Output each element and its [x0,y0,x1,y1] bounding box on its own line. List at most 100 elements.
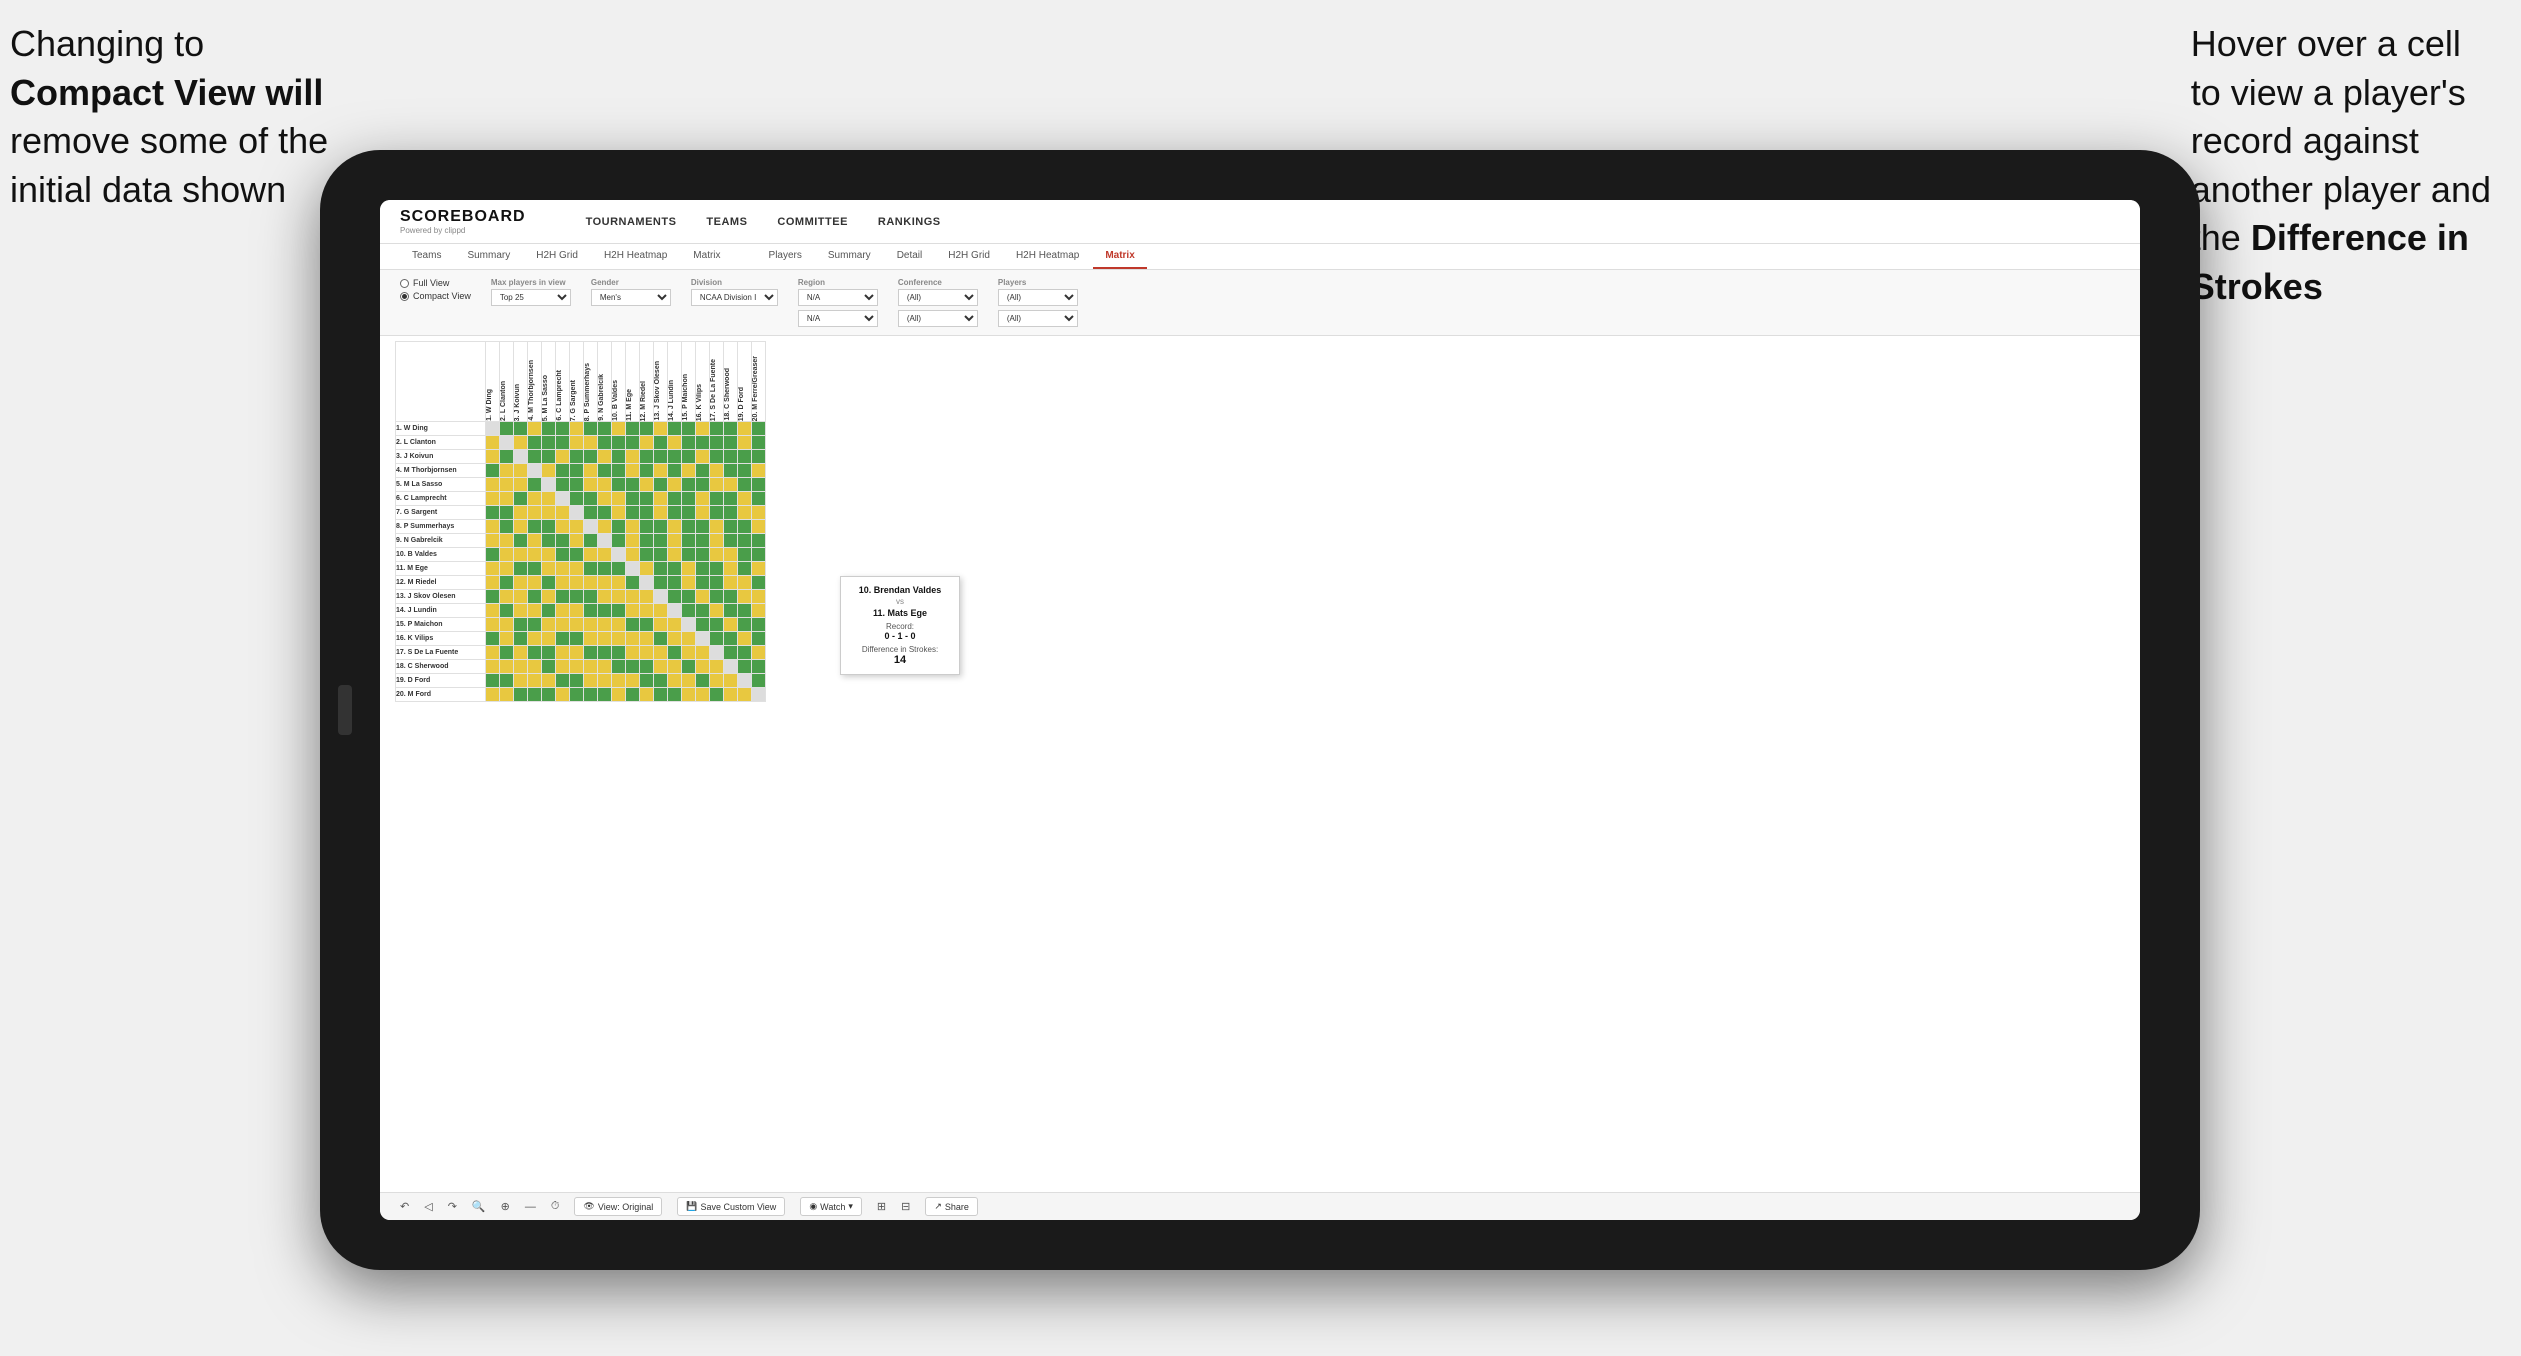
cell-3-11[interactable] [626,450,640,464]
cell-8-9[interactable] [598,520,612,534]
cell-7-8[interactable] [584,506,598,520]
cell-13-14[interactable] [668,590,682,604]
save-custom-btn[interactable]: 💾 Save Custom View [677,1197,785,1216]
cell-11-6[interactable] [556,562,570,576]
cell-20-11[interactable] [626,688,640,702]
cell-17-8[interactable] [584,646,598,660]
cell-15-6[interactable] [556,618,570,632]
cell-15-3[interactable] [514,618,528,632]
cell-1-6[interactable] [556,422,570,436]
cell-13-10[interactable] [612,590,626,604]
cell-12-18[interactable] [724,576,738,590]
cell-6-19[interactable] [738,492,752,506]
cell-14-16[interactable] [696,604,710,618]
cell-2-2[interactable] [500,436,514,450]
cell-16-2[interactable] [500,632,514,646]
cell-15-19[interactable] [738,618,752,632]
cell-5-5[interactable] [542,478,556,492]
cell-19-9[interactable] [598,674,612,688]
cell-16-3[interactable] [514,632,528,646]
cell-7-16[interactable] [696,506,710,520]
cell-3-5[interactable] [542,450,556,464]
cell-10-9[interactable] [598,548,612,562]
cell-10-12[interactable] [640,548,654,562]
cell-11-2[interactable] [500,562,514,576]
cell-18-15[interactable] [682,660,696,674]
cell-11-1[interactable] [486,562,500,576]
tab-h2h-grid1[interactable]: H2H Grid [524,244,590,269]
cell-10-11[interactable] [626,548,640,562]
cell-2-13[interactable] [654,436,668,450]
cell-10-7[interactable] [570,548,584,562]
cell-14-6[interactable] [556,604,570,618]
cell-18-8[interactable] [584,660,598,674]
cell-9-4[interactable] [528,534,542,548]
gender-select[interactable]: Men's [591,289,671,306]
cell-11-3[interactable] [514,562,528,576]
cell-18-4[interactable] [528,660,542,674]
cell-2-20[interactable] [752,436,766,450]
cell-19-18[interactable] [724,674,738,688]
cell-1-16[interactable] [696,422,710,436]
cell-3-15[interactable] [682,450,696,464]
share-btn[interactable]: ↗ Share [925,1197,978,1216]
cell-14-1[interactable] [486,604,500,618]
cell-18-11[interactable] [626,660,640,674]
cell-17-2[interactable] [500,646,514,660]
cell-16-8[interactable] [584,632,598,646]
cell-20-1[interactable] [486,688,500,702]
cell-16-18[interactable] [724,632,738,646]
cell-10-3[interactable] [514,548,528,562]
cell-2-8[interactable] [584,436,598,450]
cell-14-19[interactable] [738,604,752,618]
cell-8-6[interactable] [556,520,570,534]
cell-17-16[interactable] [696,646,710,660]
cell-13-1[interactable] [486,590,500,604]
cell-11-5[interactable] [542,562,556,576]
conference-select2[interactable]: (All) [898,310,978,327]
cell-13-3[interactable] [514,590,528,604]
cell-13-9[interactable] [598,590,612,604]
cell-9-17[interactable] [710,534,724,548]
cell-17-9[interactable] [598,646,612,660]
cell-18-19[interactable] [738,660,752,674]
cell-4-7[interactable] [570,464,584,478]
cell-12-1[interactable] [486,576,500,590]
cell-10-19[interactable] [738,548,752,562]
cell-12-11[interactable] [626,576,640,590]
cell-18-16[interactable] [696,660,710,674]
cell-4-4[interactable] [528,464,542,478]
tab-h2h-heatmap2[interactable]: H2H Heatmap [1004,244,1091,269]
cell-4-6[interactable] [556,464,570,478]
cell-19-17[interactable] [710,674,724,688]
cell-19-7[interactable] [570,674,584,688]
cell-13-4[interactable] [528,590,542,604]
cell-17-10[interactable] [612,646,626,660]
cell-5-19[interactable] [738,478,752,492]
cell-4-9[interactable] [598,464,612,478]
cell-13-11[interactable] [626,590,640,604]
cell-12-9[interactable] [598,576,612,590]
cell-13-2[interactable] [500,590,514,604]
cell-20-18[interactable] [724,688,738,702]
cell-15-7[interactable] [570,618,584,632]
cell-2-11[interactable] [626,436,640,450]
cell-5-1[interactable] [486,478,500,492]
cell-9-1[interactable] [486,534,500,548]
cell-16-6[interactable] [556,632,570,646]
cell-16-10[interactable] [612,632,626,646]
cell-5-16[interactable] [696,478,710,492]
cell-20-3[interactable] [514,688,528,702]
cell-15-20[interactable] [752,618,766,632]
cell-20-7[interactable] [570,688,584,702]
cell-13-7[interactable] [570,590,584,604]
cell-2-10[interactable] [612,436,626,450]
cell-12-12[interactable] [640,576,654,590]
cell-18-20[interactable] [752,660,766,674]
cell-1-7[interactable] [570,422,584,436]
cell-19-6[interactable] [556,674,570,688]
cell-16-14[interactable] [668,632,682,646]
cell-14-9[interactable] [598,604,612,618]
cell-13-6[interactable] [556,590,570,604]
cell-3-4[interactable] [528,450,542,464]
